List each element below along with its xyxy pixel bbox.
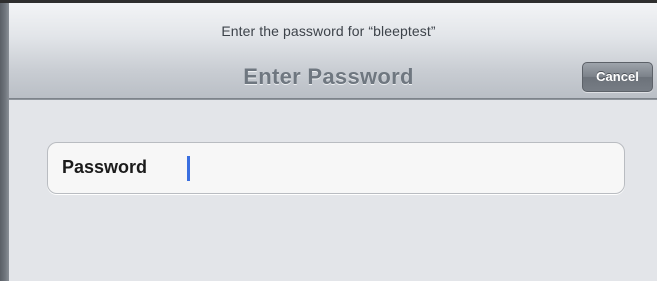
password-field[interactable]: Password (47, 142, 625, 194)
text-cursor (187, 156, 190, 181)
cancel-button[interactable]: Cancel (582, 62, 653, 92)
password-label: Password (62, 157, 148, 177)
dialog-body: Password (0, 100, 657, 281)
dialog-prompt: Enter the password for “bleeptest” (221, 23, 436, 39)
password-input[interactable] (186, 153, 606, 183)
password-dialog: Enter the password for “bleeptest” Enter… (0, 0, 657, 281)
dialog-title: Enter Password (243, 64, 414, 89)
dialog-header: Enter the password for “bleeptest” Enter… (0, 3, 657, 100)
